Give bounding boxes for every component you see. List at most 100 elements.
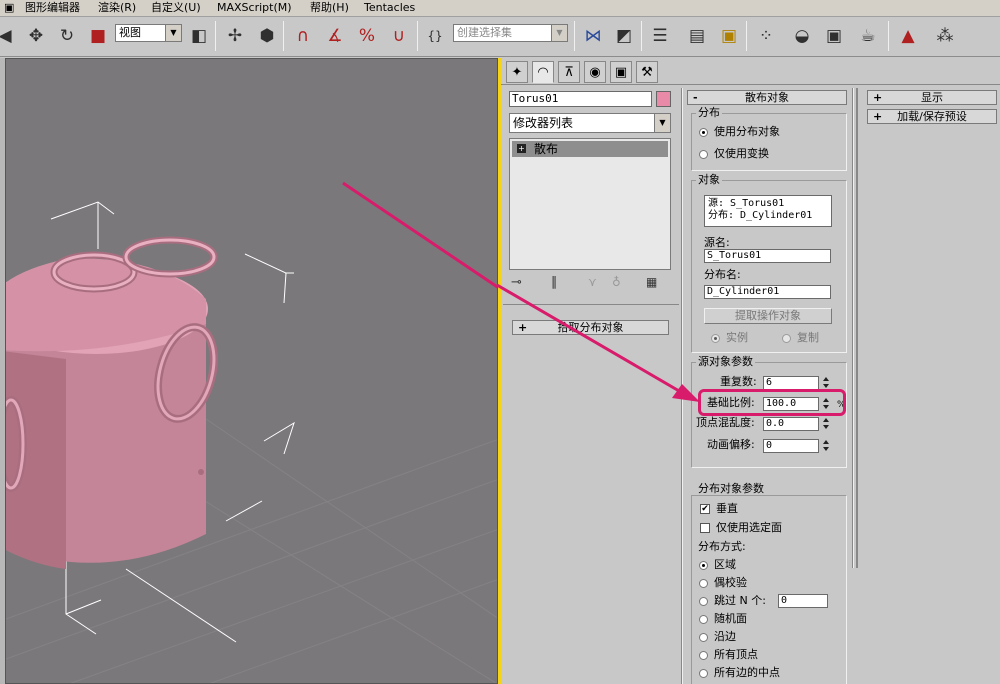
all-edge-midpoints-label: 所有边的中点 [714, 666, 780, 679]
area-radio[interactable] [699, 561, 708, 570]
mirror-icon[interactable]: ⋈ [580, 22, 606, 50]
display-rollout[interactable]: + 显示 [867, 90, 997, 105]
create-tab-icon[interactable]: ✦ [506, 61, 528, 83]
modifier-stack-item-label: 散布 [534, 142, 559, 156]
schematic-icon[interactable]: ▣ [716, 22, 742, 50]
duplicates-label: 重复数: [720, 375, 757, 388]
menu-tentacles[interactable]: Tentacles [364, 1, 415, 15]
configure-sets-icon[interactable]: ▦ [646, 275, 657, 289]
modifier-list-combo[interactable]: 修改器列表 ▼ [509, 113, 671, 133]
instance-radio[interactable] [711, 334, 720, 343]
perspective-viewport[interactable] [5, 58, 498, 684]
angle-snap-icon[interactable]: ∡ [322, 22, 348, 50]
manipulate-icon[interactable]: ✢ [222, 22, 248, 50]
display-tab-icon[interactable]: ▣ [610, 61, 632, 83]
object-color-swatch[interactable] [656, 91, 671, 107]
pick-distribution-rollout[interactable]: + 拾取分布对象 [512, 320, 669, 335]
menu-graph-editors[interactable]: 图形编辑器 [25, 1, 80, 15]
vertex-chaos-spinner[interactable] [822, 416, 831, 431]
modifier-stack-list[interactable]: + 散布 [509, 138, 671, 270]
use-distribution-label: 使用分布对象 [714, 125, 780, 138]
even-radio[interactable] [699, 579, 708, 588]
object-name-field[interactable]: Torus01 [509, 91, 652, 107]
panel-scrollbar[interactable] [852, 88, 854, 568]
edit-named-selection-icon[interactable]: {} [422, 22, 448, 50]
objects-group-label: 对象 [696, 173, 722, 186]
operand-dist-item[interactable]: 分布: D_Cylinder01 [708, 210, 831, 222]
duplicates-field[interactable]: 6 [763, 376, 819, 390]
modifier-stack-item-scatter[interactable]: + 散布 [512, 141, 668, 157]
distribution-group [691, 113, 847, 171]
column-divider [681, 88, 683, 684]
hierarchy-tab-icon[interactable]: ⊼ [558, 61, 580, 83]
pin-stack-icon[interactable]: ⊸ [511, 275, 522, 290]
use-distribution-radio[interactable] [699, 128, 708, 137]
show-end-result-icon[interactable]: ∥ [551, 275, 558, 290]
named-selection-set-combo[interactable]: 创建选择集 ▼ [453, 24, 568, 42]
menu-help[interactable]: 帮助(H) [310, 1, 349, 15]
operands-list[interactable]: 源: S_Torus01 分布: D_Cylinder01 [704, 195, 832, 227]
anim-offset-spinner[interactable] [822, 438, 831, 453]
selected-faces-checkbox[interactable] [700, 523, 710, 533]
app-icon[interactable]: ▣ [4, 1, 14, 15]
reference-coord-combo[interactable]: 视图 ▼ [115, 24, 182, 42]
menu-customize[interactable]: 自定义(U) [151, 1, 201, 15]
particle-icon[interactable]: ⁂ [932, 22, 958, 50]
along-edges-label: 沿边 [714, 630, 736, 643]
move-icon[interactable]: ✥ [23, 22, 49, 50]
operand-source-item[interactable]: 源: S_Torus01 [708, 198, 831, 210]
extract-operand-button[interactable]: 提取操作对象 [704, 308, 832, 324]
all-vertices-label: 所有顶点 [714, 648, 758, 661]
keyboard-shortcut-icon[interactable]: ⬢ [254, 22, 280, 50]
motion-tab-icon[interactable]: ◉ [584, 61, 606, 83]
scale-icon[interactable]: ■ [85, 22, 111, 50]
transform-only-label: 仅使用变换 [714, 147, 769, 160]
copy-label: 复制 [797, 331, 819, 344]
rotate-icon[interactable]: ↻ [54, 22, 80, 50]
pivot-icon[interactable]: ◧ [186, 22, 212, 50]
all-edge-midpoints-radio[interactable] [699, 669, 708, 678]
layers-icon[interactable]: ☰ [647, 22, 673, 50]
anim-offset-label: 动画偏移: [707, 438, 755, 451]
curve-editor-icon[interactable]: ▤ [684, 22, 710, 50]
remove-modifier-icon[interactable]: ♁ [612, 275, 621, 289]
modify-tab-icon[interactable]: ◠ [532, 61, 554, 83]
select-link-icon[interactable]: ◀ [0, 22, 18, 50]
skip-n-field[interactable]: 0 [778, 594, 828, 608]
copy-radio[interactable] [782, 334, 791, 343]
annotation-arrow [342, 181, 497, 289]
perpendicular-checkbox[interactable]: ✔ [700, 504, 710, 514]
skip-n-radio[interactable] [699, 597, 708, 606]
load-save-presets-rollout[interactable]: + 加载/保存预设 [867, 109, 997, 124]
render-frame-icon[interactable]: ▣ [821, 22, 847, 50]
utilities-tab-icon[interactable]: ⚒ [636, 61, 658, 83]
anim-offset-field[interactable]: 0 [763, 439, 819, 453]
all-vertices-radio[interactable] [699, 651, 708, 660]
percent-snap-icon[interactable]: % [354, 22, 380, 50]
command-panel: ✦ ◠ ⊼ ◉ ▣ ⚒ Torus01 修改器列表 ▼ + 散布 ⊸ ∥ ⋎ ♁ … [501, 58, 1000, 684]
menu-maxscript[interactable]: MAXScript(M) [217, 1, 292, 15]
scatter-object-rollout[interactable]: - 散布对象 [687, 90, 847, 105]
make-unique-icon[interactable]: ⋎ [588, 275, 597, 289]
cylinder-object[interactable] [6, 258, 208, 570]
expand-plus-icon[interactable]: + [517, 144, 526, 153]
source-name-field[interactable]: S_Torus01 [704, 249, 831, 263]
render-icon[interactable]: ☕ [855, 22, 881, 50]
menu-rendering[interactable]: 渲染(R) [98, 1, 136, 15]
spinner-snap-icon[interactable]: ∪ [386, 22, 412, 50]
area-label: 区域 [714, 558, 736, 571]
dist-name-field[interactable]: D_Cylinder01 [704, 285, 831, 299]
even-label: 偶校验 [714, 576, 747, 589]
render-setup-icon[interactable]: ◒ [789, 22, 815, 50]
duplicates-spinner[interactable] [822, 375, 831, 390]
snap-3d-icon[interactable]: ∩ [290, 22, 316, 50]
vertex-chaos-field[interactable]: 0.0 [763, 417, 819, 431]
align-icon[interactable]: ◩ [611, 22, 637, 50]
transform-only-radio[interactable] [699, 150, 708, 159]
material-editor-icon[interactable]: ⁘ [753, 22, 779, 50]
dist-params-group-label: 分布对象参数 [696, 482, 766, 495]
along-edges-radio[interactable] [699, 633, 708, 642]
random-faces-radio[interactable] [699, 615, 708, 624]
menu-bar: ▣ 图形编辑器 渲染(R) 自定义(U) MAXScript(M) 帮助(H) … [0, 0, 1000, 17]
extra-tool-icon[interactable]: ▲ [895, 22, 921, 50]
